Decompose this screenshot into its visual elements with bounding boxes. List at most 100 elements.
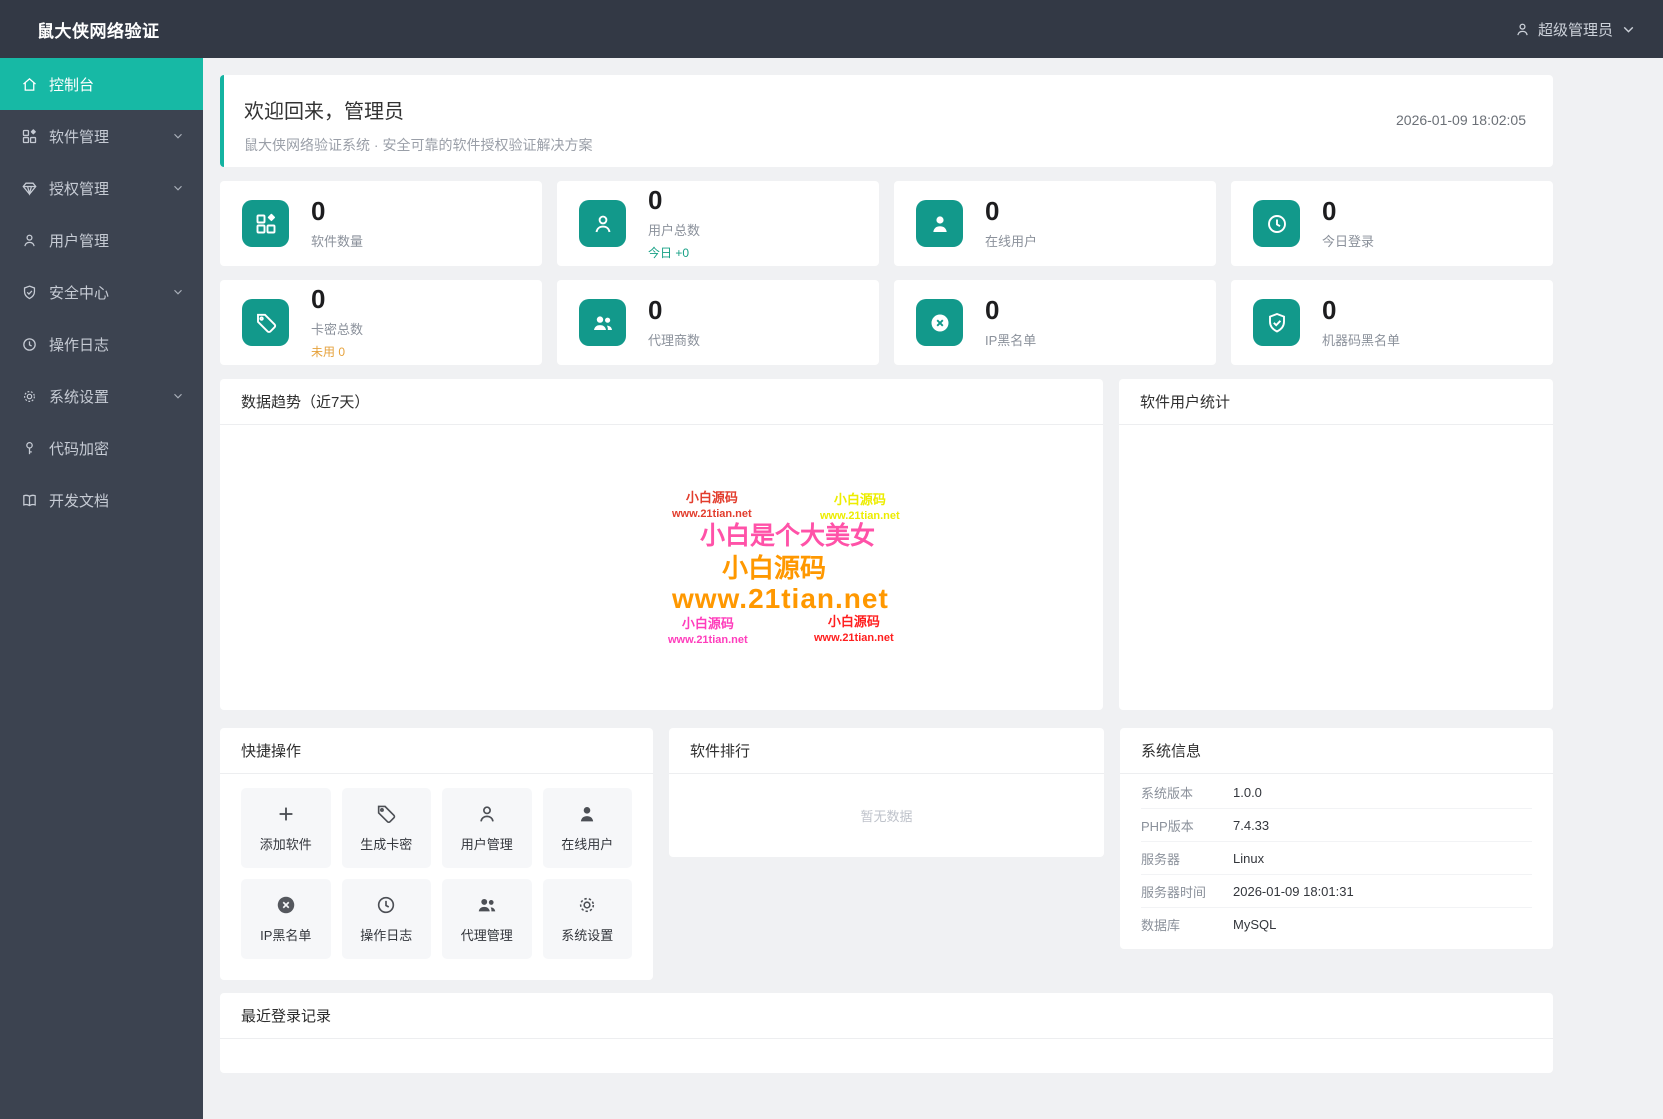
trend-chart-area: 小白源码 www.21tian.net 小白源码 www.21tian.net … [220,425,1103,710]
plus-icon [275,803,297,825]
stat-label: 今日登录 [1322,233,1375,249]
home-icon [21,76,49,93]
clock-icon [21,336,49,353]
stat-card-online-users: 0 在线用户 [894,181,1216,266]
sidebar-item-label: 控制台 [49,76,95,94]
sidebar-item-authorization[interactable]: 授权管理 [0,162,203,214]
quick-action-online-users[interactable]: 在线用户 [542,788,632,868]
trend-chart-panel: 数据趋势（近7天） 小白源码 www.21tian.net 小白源码 www.2… [220,379,1103,710]
welcome-subtitle: 鼠大侠网络验证系统 · 安全可靠的软件授权验证解决方案 [244,137,593,153]
sidebar-item-software[interactable]: 软件管理 [0,110,203,162]
sidebar-item-users[interactable]: 用户管理 [0,214,203,266]
gear-icon [576,894,598,916]
stat-card-today-logins: 0 今日登录 [1231,181,1553,266]
watermark-top-right: 小白源码 www.21tian.net [820,492,900,522]
sidebar-item-encryption[interactable]: 代码加密 [0,422,203,474]
system-info-title: 系统信息 [1120,728,1553,774]
user-solid-icon [576,803,598,825]
recent-logins-title: 最近登录记录 [220,993,1553,1039]
users-icon [579,299,626,346]
quick-action-ip-blacklist[interactable]: IP黑名单 [241,879,331,959]
quick-action-label: 用户管理 [460,837,513,852]
quick-action-user-management[interactable]: 用户管理 [442,788,532,868]
stat-value: 0 [985,196,1000,227]
quick-action-label: 代理管理 [460,928,513,943]
quick-action-system-settings[interactable]: 系统设置 [542,879,632,959]
key-icon [21,440,49,457]
user-icon [21,232,49,249]
user-icon [1514,21,1531,38]
quick-action-generate-keys[interactable]: 生成卡密 [341,788,431,868]
stat-label: 卡密总数 [311,321,364,337]
user-outline-icon [579,200,626,247]
system-info-value: 7.4.33 [1233,817,1270,833]
stat-label: 用户总数 [648,222,701,238]
system-info-panel: 系统信息 系统版本 1.0.0 PHP版本 7.4.33 服务器 Linux 服… [1120,728,1553,949]
bottom-row: 快捷操作 添加软件 生成卡密 用户管理 在线用户 IP黑名单 操作日志 代理管理… [220,728,1553,980]
sidebar-item-settings[interactable]: 系统设置 [0,370,203,422]
sidebar-item-label: 操作日志 [49,336,110,354]
gear-icon [21,388,49,405]
sidebar-item-label: 安全中心 [49,284,110,302]
quick-action-operation-logs[interactable]: 操作日志 [341,879,431,959]
circle-x-icon [916,299,963,346]
quick-action-agent-management[interactable]: 代理管理 [442,879,532,959]
user-menu[interactable]: 超级管理员 [1514,19,1637,40]
recent-logins-panel: 最近登录记录 [220,993,1553,1073]
quick-action-add-software[interactable]: 添加软件 [241,788,331,868]
current-datetime: 2026-01-09 18:02:05 [1396,112,1526,128]
sidebar: 控制台 软件管理 授权管理 用户管理 安全中心 操作日志 系统设置 代码加密 开… [0,58,203,1119]
sidebar-item-dashboard[interactable]: 控制台 [0,58,203,110]
sidebar-item-logs[interactable]: 操作日志 [0,318,203,370]
stat-value: 0 [1322,295,1337,326]
user-menu-label: 超级管理员 [1537,21,1613,39]
sidebar-item-label: 代码加密 [49,440,110,458]
software-user-stats-area [1119,425,1553,710]
user-outline-icon [476,803,498,825]
stat-card-agents: 0 代理商数 [557,280,879,365]
user-solid-icon [916,200,963,247]
clock-icon [375,894,397,916]
stat-card-machine-blacklist: 0 机器码黑名单 [1231,280,1553,365]
system-info-row: 数据库 MySQL [1141,908,1532,941]
watermark-big-pink: 小白是个大美女 [700,522,876,550]
shield-check-icon [1253,299,1300,346]
recent-logins-body [220,1039,1553,1072]
system-info-row: 服务器时间 2026-01-09 18:01:31 [1141,875,1532,908]
stat-label: 软件数量 [311,233,364,249]
shield-check-icon [21,284,49,301]
quick-action-label: 添加软件 [259,837,312,852]
stat-label: 机器码黑名单 [1322,332,1401,348]
system-info-value: MySQL [1233,917,1277,932]
software-user-stats-title: 软件用户统计 [1119,379,1553,425]
users-icon [476,894,498,916]
watermark-bottom-left: 小白源码 www.21tian.net [668,616,748,646]
watermark-bottom-right: 小白源码 www.21tian.net [814,614,894,644]
tag-icon [242,299,289,346]
software-ranking-panel: 软件排行 暂无数据 [669,728,1104,857]
quick-action-label: 在线用户 [561,837,614,852]
quick-actions-panel: 快捷操作 添加软件 生成卡密 用户管理 在线用户 IP黑名单 操作日志 代理管理… [220,728,653,980]
system-info-label: 服务器 [1141,851,1181,867]
quick-action-label: 操作日志 [360,928,413,943]
quick-action-label: 生成卡密 [360,837,413,852]
software-ranking-body: 暂无数据 [669,774,1104,857]
tag-icon [375,803,397,825]
stat-value: 0 [1322,196,1337,227]
chevron-down-icon [171,129,185,143]
gem-icon [21,180,49,197]
sidebar-item-label: 用户管理 [49,232,110,250]
stats-row-1: 0 软件数量 0 用户总数 今日 +0 0 在线用户 0 今日登录 [220,181,1553,266]
stat-label: 在线用户 [985,233,1038,249]
chevron-down-icon [171,181,185,195]
charts-row: 数据趋势（近7天） 小白源码 www.21tian.net 小白源码 www.2… [220,379,1553,710]
sidebar-item-docs[interactable]: 开发文档 [0,474,203,526]
quick-action-label: IP黑名单 [260,928,312,943]
stat-card-ip-blacklist: 0 IP黑名单 [894,280,1216,365]
sidebar-item-security[interactable]: 安全中心 [0,266,203,318]
quick-action-label: 系统设置 [561,928,614,943]
stat-label: 代理商数 [648,332,701,348]
stats-row-2: 0 卡密总数 未用 0 0 代理商数 0 IP黑名单 0 机器码黑名单 [220,280,1553,365]
top-header: 鼠大侠网络验证 超级管理员 [0,0,1663,58]
sidebar-item-label: 软件管理 [49,128,110,146]
